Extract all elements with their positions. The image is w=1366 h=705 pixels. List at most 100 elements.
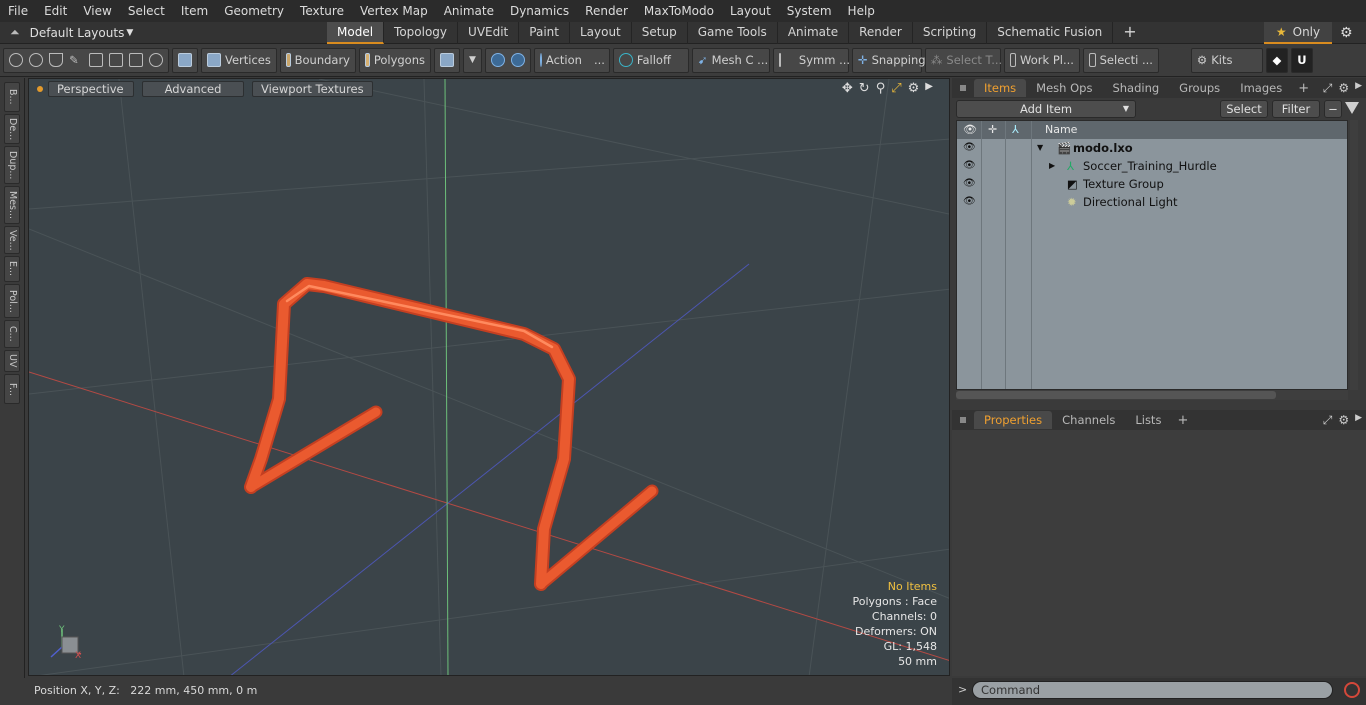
selection-sets-button[interactable]: Selecti ...	[1082, 47, 1159, 73]
tab-uvedit[interactable]: UVEdit	[458, 22, 520, 44]
panel-gear-icon[interactable]: ⚙	[1338, 413, 1349, 428]
grid-icon[interactable]	[109, 53, 123, 67]
funnel-icon[interactable]	[1345, 102, 1359, 114]
menu-texture[interactable]: Texture	[292, 4, 352, 18]
left-tab-fusion[interactable]: F...	[4, 374, 20, 404]
menu-system[interactable]: System	[779, 4, 840, 18]
menu-maxtomodo[interactable]: MaxToModo	[636, 4, 722, 18]
add-item-button[interactable]: Add Item ▼	[956, 100, 1136, 118]
auto-select-icon[interactable]	[9, 53, 23, 67]
zoom-icon[interactable]: ⚲	[876, 81, 886, 96]
move-icon[interactable]: ✥	[842, 81, 853, 96]
left-tab-deform[interactable]: De...	[4, 114, 20, 144]
brush-icon[interactable]: ✎	[69, 53, 83, 67]
menu-dynamics[interactable]: Dynamics	[502, 4, 577, 18]
menu-vertex-map[interactable]: Vertex Map	[352, 4, 436, 18]
menu-render[interactable]: Render	[577, 4, 636, 18]
tab-layout[interactable]: Layout	[570, 22, 632, 44]
tab-lists[interactable]: Lists	[1125, 411, 1171, 429]
kits-button[interactable]: ⚙ Kits	[1190, 47, 1263, 73]
tab-items[interactable]: Items	[974, 79, 1027, 97]
menu-geometry[interactable]: Geometry	[216, 4, 292, 18]
menu-layout[interactable]: Layout	[722, 4, 779, 18]
panel-gear-icon[interactable]: ⚙	[1338, 81, 1349, 96]
frame-icon[interactable]	[129, 53, 143, 67]
tree-row-mesh[interactable]: 👁 ▶ ⅄ Soccer_Training_Hurdle	[957, 157, 1347, 175]
expand-icon[interactable]: ⤢	[1323, 413, 1333, 428]
menu-file[interactable]: File	[0, 4, 36, 18]
viewport-gear-icon[interactable]: ⚙	[908, 81, 920, 96]
tab-images[interactable]: Images	[1230, 79, 1292, 97]
tab-topology[interactable]: Topology	[384, 22, 459, 44]
record-icon[interactable]	[1344, 682, 1360, 698]
action-center-button[interactable]: Action...	[533, 47, 610, 73]
tab-paint[interactable]: Paint	[519, 22, 570, 44]
menu-edit[interactable]: Edit	[36, 4, 75, 18]
default-layouts-dropdown[interactable]: ⏶ Default Layouts ▼	[0, 25, 160, 40]
mode-dropdown-button[interactable]: ▼	[463, 47, 482, 73]
select-through-button[interactable]: ⁂ Select T...	[924, 47, 1002, 73]
left-tab-basic[interactable]: B...	[4, 82, 20, 112]
falloff-button[interactable]: Falloff	[612, 47, 689, 73]
collapse-icon[interactable]: −	[1324, 100, 1342, 118]
loop-icon[interactable]	[89, 53, 103, 67]
left-tab-uv[interactable]: UV	[4, 350, 20, 372]
scroll-thumb[interactable]	[956, 391, 1276, 399]
panel-arrow-icon[interactable]: ▶	[1355, 413, 1362, 428]
tree-row-scene[interactable]: 👁 ▼ 🎬 modo.lxo	[957, 139, 1347, 157]
maximize-icon[interactable]: ⤢	[891, 81, 901, 96]
tab-game-tools[interactable]: Game Tools	[688, 22, 778, 44]
tab-mesh-ops[interactable]: Mesh Ops	[1026, 79, 1102, 97]
vertices-button[interactable]: Vertices	[201, 47, 277, 73]
work-plane-button[interactable]: Work Pl...	[1003, 47, 1080, 73]
select-button[interactable]: Select	[1220, 100, 1268, 118]
unreal-logo-button[interactable]: U	[1290, 47, 1313, 73]
clock-icon[interactable]	[149, 53, 163, 67]
filter-button[interactable]: Filter	[1272, 100, 1320, 118]
pen-icon[interactable]	[49, 53, 63, 67]
shield-alt-icon[interactable]	[510, 53, 525, 67]
menu-view[interactable]: View	[75, 4, 119, 18]
tab-schematic-fusion[interactable]: Schematic Fusion	[987, 22, 1114, 44]
globe-icon[interactable]	[29, 53, 43, 67]
add-panel-tab-icon[interactable]: +	[1292, 81, 1315, 96]
items-tree[interactable]: 👁 ✛ ⅄ Name 👁 ▼ 🎬 modo.lxo 👁 ▶ ⅄ Soccer_T…	[956, 120, 1348, 390]
play-arrow-icon[interactable]: ▶	[925, 81, 933, 96]
symmetry-button[interactable]: Symm ...	[772, 47, 850, 73]
tab-setup[interactable]: Setup	[632, 22, 688, 44]
eye-icon[interactable]: 👁	[963, 197, 976, 207]
left-tab-mesh-edit[interactable]: Mes...	[4, 186, 20, 224]
tree-row-texture-group[interactable]: 👁 ◩ Texture Group	[957, 175, 1347, 193]
add-panel-tab-icon[interactable]: +	[1171, 413, 1194, 428]
gear-icon[interactable]: ⚙	[1340, 25, 1356, 41]
tab-animate[interactable]: Animate	[778, 22, 850, 44]
mesh-constraint-button[interactable]: ➹ Mesh C ...	[691, 47, 770, 73]
left-tab-polygon[interactable]: Pol...	[4, 284, 20, 318]
left-tab-duplicate[interactable]: Dup...	[4, 146, 20, 184]
menu-select[interactable]: Select	[120, 4, 173, 18]
tab-shading[interactable]: Shading	[1102, 79, 1169, 97]
panel-arrow-icon[interactable]: ▶	[1355, 81, 1362, 96]
tab-scripting[interactable]: Scripting	[913, 22, 988, 44]
left-tab-vertex[interactable]: Ve...	[4, 226, 20, 254]
viewport-dot-icon[interactable]	[37, 86, 43, 92]
tab-groups[interactable]: Groups	[1169, 79, 1230, 97]
menu-animate[interactable]: Animate	[436, 4, 502, 18]
tab-channels[interactable]: Channels	[1052, 411, 1125, 429]
boundary-button[interactable]: Boundary	[280, 47, 356, 73]
menu-item[interactable]: Item	[173, 4, 216, 18]
shield-icon[interactable]	[490, 53, 505, 67]
snapping-button[interactable]: ✛ Snapping	[851, 47, 926, 73]
viewport-textures-button[interactable]: Viewport Textures	[252, 81, 373, 97]
expand-arrow-icon[interactable]: ▼	[1037, 139, 1043, 157]
only-toggle[interactable]: ★ Only	[1264, 22, 1332, 44]
tab-model[interactable]: Model	[327, 22, 385, 44]
polygons-button[interactable]: Polygons	[359, 47, 431, 73]
tab-properties[interactable]: Properties	[974, 411, 1053, 429]
perspective-button[interactable]: Perspective	[48, 81, 134, 97]
item-mode-button[interactable]	[172, 47, 198, 73]
tab-render[interactable]: Render	[849, 22, 913, 44]
3d-viewport[interactable]: Y X Perspective Advanced Viewport Textur…	[28, 78, 950, 676]
expand-icon[interactable]: ⤢	[1323, 81, 1333, 96]
add-tab-icon[interactable]: +	[1113, 22, 1146, 44]
